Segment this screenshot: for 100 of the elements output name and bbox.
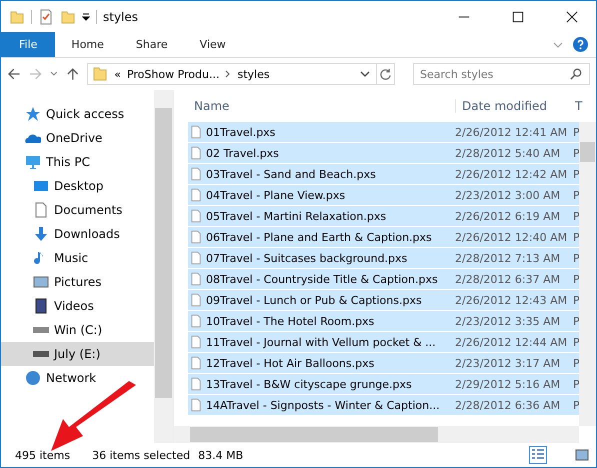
breadcrumb[interactable]: ProShow Produ... bbox=[126, 68, 220, 80]
back-icon[interactable] bbox=[7, 67, 20, 81]
table-cell-text: 2/26/2012 12:42 AM bbox=[455, 168, 568, 180]
file-icon bbox=[191, 293, 201, 307]
table-cell-text: 2/23/2012 3:35 AM bbox=[455, 314, 562, 328]
table-cell-text: 2/23/2012 3:00 AM bbox=[455, 188, 562, 202]
table-cell: P bbox=[573, 126, 580, 138]
file-row[interactable]: 05Travel - Martini Relaxation.pxs 2/26/2012 6:19 AM P bbox=[188, 206, 582, 226]
table-cell-text: 14ATravel - Signposts - Winter & Caption... bbox=[206, 398, 441, 412]
large-icons-view-icon[interactable] bbox=[574, 447, 590, 463]
table-cell: P bbox=[573, 168, 580, 180]
scrollbar[interactable] bbox=[579, 122, 596, 426]
file-row[interactable]: 13Travel - B&W cityscape grunge.pxs 2/29/2012 5:16 AM P bbox=[188, 374, 582, 394]
table-cell-text: 05Travel - Martini Relaxation.pxs bbox=[206, 210, 388, 222]
sidebar-item[interactable]: This PC bbox=[1, 150, 154, 174]
file-row[interactable]: 14ATravel - Signposts - Winter & Caption... 2/28/2012 6:36 AM P bbox=[188, 395, 582, 415]
column-header[interactable]: T bbox=[575, 99, 582, 113]
ribbon-tab[interactable]: File bbox=[1, 32, 56, 57]
breadcrumb[interactable]: styles bbox=[237, 68, 270, 80]
status-text: 83.4 MB bbox=[198, 448, 244, 462]
sidebar-item[interactable]: Network bbox=[1, 366, 154, 390]
table-cell-text: 2/28/2012 7:13 AM bbox=[455, 252, 562, 264]
monitor-icon bbox=[25, 154, 41, 170]
file-icon bbox=[191, 230, 201, 244]
sidebar-item[interactable]: Desktop bbox=[1, 174, 154, 198]
refresh-button[interactable] bbox=[376, 63, 396, 85]
table-cell: P bbox=[573, 210, 580, 222]
column-header[interactable]: Date modified bbox=[455, 99, 575, 113]
down-arrow-icon bbox=[33, 226, 49, 242]
table-cell-text: 08Travel - Countryside Title & Caption.pxs bbox=[206, 272, 439, 286]
sidebar-item[interactable]: Music bbox=[1, 246, 154, 270]
sidebar-item[interactable]: Downloads bbox=[1, 222, 154, 246]
table-cell-text: 11Travel - Journal with Vellum pocket & ... bbox=[206, 336, 437, 348]
file-row[interactable]: 08Travel - Countryside Title & Caption.pxs 2/28/2012 6:37 AM P bbox=[188, 269, 582, 289]
file-icon bbox=[191, 125, 201, 139]
file-row[interactable]: 02 Travel.pxs 2/28/2012 5:40 AM P bbox=[188, 143, 582, 163]
sidebar-item[interactable]: Videos bbox=[1, 294, 154, 318]
maximize-icon[interactable] bbox=[512, 10, 524, 22]
search-icon bbox=[570, 68, 582, 80]
file-row[interactable]: 10Travel - The Hotel Room.pxs 2/23/2012 3:35 AM P bbox=[188, 311, 582, 331]
scrollbar[interactable] bbox=[174, 426, 579, 443]
table-cell-text: 06Travel - Plane and Earth & Caption.pxs bbox=[206, 230, 433, 244]
dropdown-icon[interactable] bbox=[82, 12, 90, 20]
sidebar-item[interactable]: Documents bbox=[1, 198, 154, 222]
help-icon[interactable] bbox=[573, 37, 588, 52]
sidebar-item[interactable]: OneDrive bbox=[1, 126, 154, 150]
sidebar-item[interactable]: July (E:) bbox=[1, 342, 154, 366]
table-cell: P bbox=[573, 294, 580, 306]
table-cell-text: 07Travel - Suitcases background.pxs bbox=[206, 252, 408, 264]
file-icon bbox=[191, 167, 201, 181]
file-row[interactable]: 03Travel - Sand and Beach.pxs 2/26/2012 12:42 AM P bbox=[188, 164, 582, 184]
file-row[interactable]: 04Travel - Plane View.pxs 2/23/2012 3:00 AM P bbox=[188, 185, 582, 205]
sidebar-item[interactable]: Quick access bbox=[1, 102, 154, 126]
table-cell: P bbox=[573, 230, 580, 244]
file-row[interactable]: 12Travel - Hot Air Balloons.pxs 2/23/2012 3:17 AM P bbox=[188, 353, 582, 373]
table-cell-text: 2/29/2012 5:16 AM bbox=[455, 378, 562, 390]
chevron-icon[interactable] bbox=[553, 42, 563, 48]
drive-icon bbox=[33, 351, 49, 357]
file-row[interactable]: 01Travel.pxs 2/26/2012 12:41 AM P bbox=[188, 122, 582, 142]
status-text: 36 items selected bbox=[92, 448, 190, 462]
table-cell-text: 04Travel - Plane View.pxs bbox=[206, 188, 346, 202]
table-cell-text: 03Travel - Sand and Beach.pxs bbox=[206, 168, 377, 180]
search-field[interactable]: Search styles bbox=[413, 63, 590, 85]
file-row[interactable]: 06Travel - Plane and Earth & Caption.pxs 2/26/2012 12:40 AM P bbox=[188, 227, 582, 247]
table-cell-text: 12Travel - Hot Air Balloons.pxs bbox=[206, 356, 376, 370]
dropdown-icon[interactable] bbox=[360, 71, 370, 77]
file-icon bbox=[191, 251, 201, 265]
details-view-icon[interactable] bbox=[530, 447, 546, 463]
up-icon[interactable] bbox=[66, 67, 80, 81]
table-cell-text: 01Travel.pxs bbox=[206, 126, 276, 138]
table-cell-text: 2/28/2012 6:37 AM bbox=[455, 272, 562, 286]
table-cell-text: 10Travel - The Hotel Room.pxs bbox=[206, 314, 376, 328]
file-row[interactable]: 09Travel - Lunch or Pub & Captions.pxs 2/26/2012 12:43 AM P bbox=[188, 290, 582, 310]
ribbon-tab[interactable]: Share bbox=[120, 32, 184, 57]
scrollbar[interactable] bbox=[154, 90, 173, 443]
ribbon-tab[interactable]: View bbox=[184, 32, 242, 57]
column-header[interactable]: Name bbox=[188, 99, 455, 113]
address-bar[interactable]: « ProShow Produ... styles bbox=[87, 63, 377, 85]
table-cell: P bbox=[573, 356, 580, 370]
drive-icon bbox=[33, 327, 49, 333]
breadcrumb-overflow[interactable]: « bbox=[114, 68, 121, 80]
table-cell-text: 2/26/2012 12:43 AM bbox=[455, 294, 568, 306]
table-cell-text: 2/26/2012 6:19 AM bbox=[455, 210, 562, 222]
close-icon[interactable] bbox=[566, 10, 578, 22]
film-icon bbox=[33, 298, 49, 314]
sidebar-item[interactable]: Win (C:) bbox=[1, 318, 154, 342]
table-cell-text: 2/28/2012 5:40 AM bbox=[455, 146, 562, 160]
sidebar-item[interactable]: Pictures bbox=[1, 270, 154, 294]
ribbon-tab[interactable]: Home bbox=[55, 32, 120, 57]
table-cell-text: 2/23/2012 3:17 AM bbox=[455, 356, 562, 370]
table-cell-text: 02 Travel.pxs bbox=[206, 146, 280, 160]
file-icon bbox=[191, 209, 201, 223]
recent-dropdown-icon[interactable] bbox=[50, 71, 58, 77]
file-icon bbox=[191, 377, 201, 391]
table-cell-text: 2/26/2012 12:40 AM bbox=[455, 230, 568, 244]
refresh-icon bbox=[378, 68, 392, 80]
table-cell-text: 2/26/2012 12:44 AM bbox=[455, 336, 568, 348]
file-row[interactable]: 07Travel - Suitcases background.pxs 2/28/2012 7:13 AM P bbox=[188, 248, 582, 268]
properties-icon[interactable] bbox=[38, 8, 54, 24]
file-row[interactable]: 11Travel - Journal with Vellum pocket & ... 2/26/2012 12:44 AM P bbox=[188, 332, 582, 352]
